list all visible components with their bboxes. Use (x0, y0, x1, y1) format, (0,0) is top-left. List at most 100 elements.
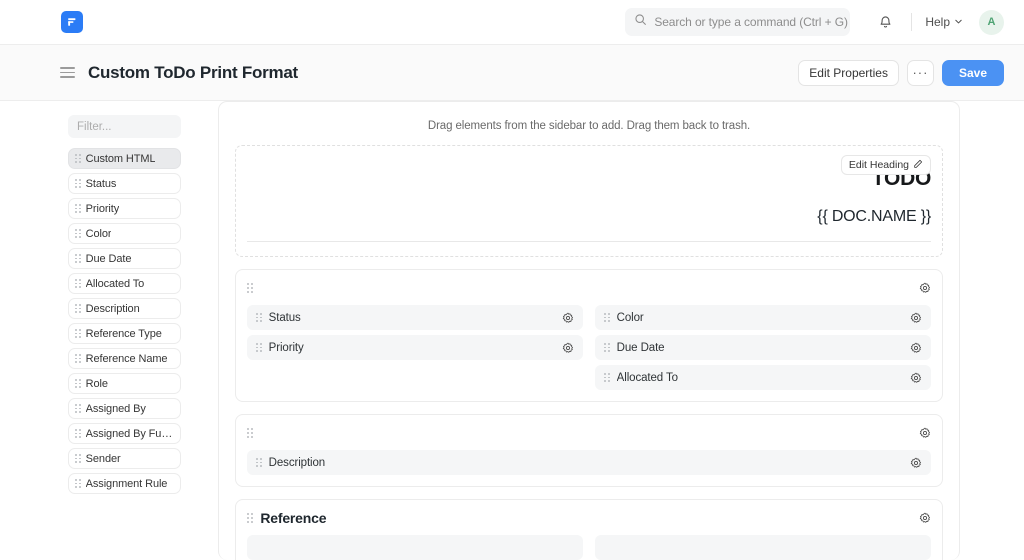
field-box[interactable] (595, 535, 931, 560)
more-options-button[interactable]: ··· (907, 60, 934, 86)
drag-handle-icon[interactable] (75, 229, 81, 238)
section-columns: Status Priority Color Due Date Allocated To (247, 305, 931, 390)
sidebar-field-item[interactable]: Sender (68, 448, 181, 469)
field-box[interactable]: Description (247, 450, 931, 475)
drag-handle-icon[interactable] (75, 154, 81, 163)
gear-icon[interactable] (919, 512, 931, 524)
drag-handle-icon[interactable] (256, 343, 262, 352)
bell-icon[interactable] (872, 9, 898, 35)
sidebar-field-label: Custom HTML (86, 153, 156, 165)
field-box[interactable]: Allocated To (595, 365, 931, 390)
gear-icon[interactable] (562, 312, 574, 324)
sidebar-field-item[interactable]: Assignment Rule (68, 473, 181, 494)
header-actions: Edit Properties ··· Save (798, 60, 1004, 86)
main-area: Drag elements from the sidebar to add. D… (200, 101, 1024, 560)
sidebar-field-label: Role (86, 378, 108, 390)
hamburger-icon[interactable] (60, 67, 75, 78)
document-title: TODO (247, 167, 931, 191)
layout-section[interactable]: Reference (235, 499, 943, 560)
sidebar-field-item[interactable]: Status (68, 173, 181, 194)
page-header: Custom ToDo Print Format Edit Properties… (0, 45, 1024, 101)
field-box[interactable]: Priority (247, 335, 583, 360)
drag-handle-icon[interactable] (75, 479, 81, 488)
gear-icon[interactable] (910, 372, 922, 384)
sidebar-field-item[interactable]: Color (68, 223, 181, 244)
drag-handle-icon[interactable] (604, 373, 610, 382)
avatar[interactable]: A (979, 10, 1004, 35)
gear-icon[interactable] (562, 342, 574, 354)
drag-handle-icon[interactable] (75, 304, 81, 313)
drag-handle-icon[interactable] (75, 429, 81, 438)
sidebar-field-label: Priority (86, 203, 119, 215)
edit-properties-button[interactable]: Edit Properties (798, 60, 899, 86)
sidebar-field-label: Description (86, 303, 140, 315)
save-button[interactable]: Save (942, 60, 1004, 86)
search-icon (634, 13, 647, 31)
field-box[interactable] (247, 535, 583, 560)
layout-column: Color Due Date Allocated To (595, 305, 931, 390)
sidebar-field-item[interactable]: Due Date (68, 248, 181, 269)
sidebar-field-item[interactable]: Allocated To (68, 273, 181, 294)
drag-handle-icon[interactable] (256, 313, 262, 322)
filter-input[interactable] (68, 115, 181, 138)
help-menu[interactable]: Help (925, 15, 963, 29)
field-box[interactable]: Due Date (595, 335, 931, 360)
heading-block[interactable]: Edit Heading TODO {{ DOC.NAME }} (235, 145, 943, 257)
sidebar-field-list: Custom HTML Status Priority Color Due Date Al… (68, 148, 182, 494)
drag-handle-icon[interactable] (604, 313, 610, 322)
drag-handle-icon[interactable] (256, 458, 262, 467)
section-header: Reference (247, 509, 931, 527)
drag-handle-icon[interactable] (247, 513, 253, 524)
drag-handle-icon[interactable] (75, 404, 81, 413)
sidebar-field-item[interactable]: Role (68, 373, 181, 394)
drag-handle-icon[interactable] (75, 379, 81, 388)
navbar-right-group: Search or type a command (Ctrl + G) Help… (625, 8, 1004, 36)
drag-handle-icon[interactable] (75, 329, 81, 338)
layout-column: Description (247, 450, 931, 475)
pencil-icon (913, 159, 923, 172)
sidebar-field-item[interactable]: Assigned By (68, 398, 181, 419)
sidebar-field-item[interactable]: Description (68, 298, 181, 319)
gear-icon[interactable] (910, 342, 922, 354)
field-box[interactable]: Color (595, 305, 931, 330)
sidebar-field-item[interactable]: Custom HTML (68, 148, 181, 169)
frappe-logo-icon[interactable] (61, 11, 83, 33)
gear-icon[interactable] (910, 457, 922, 469)
drag-handle-icon[interactable] (75, 204, 81, 213)
help-label: Help (925, 15, 950, 29)
sidebar-field-item[interactable]: Assigned By Full ... (68, 423, 181, 444)
sidebar-field-label: Assigned By Full ... (86, 428, 174, 440)
layout-column: Status Priority (247, 305, 583, 390)
field-label: Status (269, 312, 301, 324)
sidebar-field-item[interactable]: Reference Name (68, 348, 181, 369)
print-format-canvas: Drag elements from the sidebar to add. D… (218, 101, 960, 560)
navbar-divider (911, 13, 912, 31)
sidebar-field-item[interactable]: Reference Type (68, 323, 181, 344)
sections-list: Status Priority Color Due Date Allocated To D… (235, 269, 943, 560)
gear-icon[interactable] (910, 312, 922, 324)
sidebar-field-label: Due Date (86, 253, 132, 265)
layout-section[interactable]: Description (235, 414, 943, 487)
drag-handle-icon[interactable] (75, 354, 81, 363)
chevron-down-icon (954, 15, 963, 29)
sidebar-field-label: Status (86, 178, 117, 190)
gear-icon[interactable] (919, 427, 931, 439)
gear-icon[interactable] (919, 282, 931, 294)
field-label: Allocated To (617, 372, 678, 384)
sidebar-field-label: Allocated To (86, 278, 145, 290)
drag-handle-icon[interactable] (247, 428, 253, 439)
drag-handle-icon[interactable] (75, 454, 81, 463)
drag-handle-icon[interactable] (75, 179, 81, 188)
drag-handle-icon[interactable] (247, 283, 253, 294)
edit-heading-button[interactable]: Edit Heading (841, 155, 931, 175)
drag-handle-icon[interactable] (604, 343, 610, 352)
drag-handle-icon[interactable] (75, 279, 81, 288)
sidebar-field-item[interactable]: Priority (68, 198, 181, 219)
search-input[interactable]: Search or type a command (Ctrl + G) (625, 8, 850, 36)
field-box[interactable]: Status (247, 305, 583, 330)
layout-section[interactable]: Status Priority Color Due Date Allocated To (235, 269, 943, 402)
sidebar-field-label: Assigned By (86, 403, 146, 415)
sidebar-field-label: Reference Type (86, 328, 162, 340)
drag-handle-icon[interactable] (75, 254, 81, 263)
section-columns (247, 535, 931, 560)
